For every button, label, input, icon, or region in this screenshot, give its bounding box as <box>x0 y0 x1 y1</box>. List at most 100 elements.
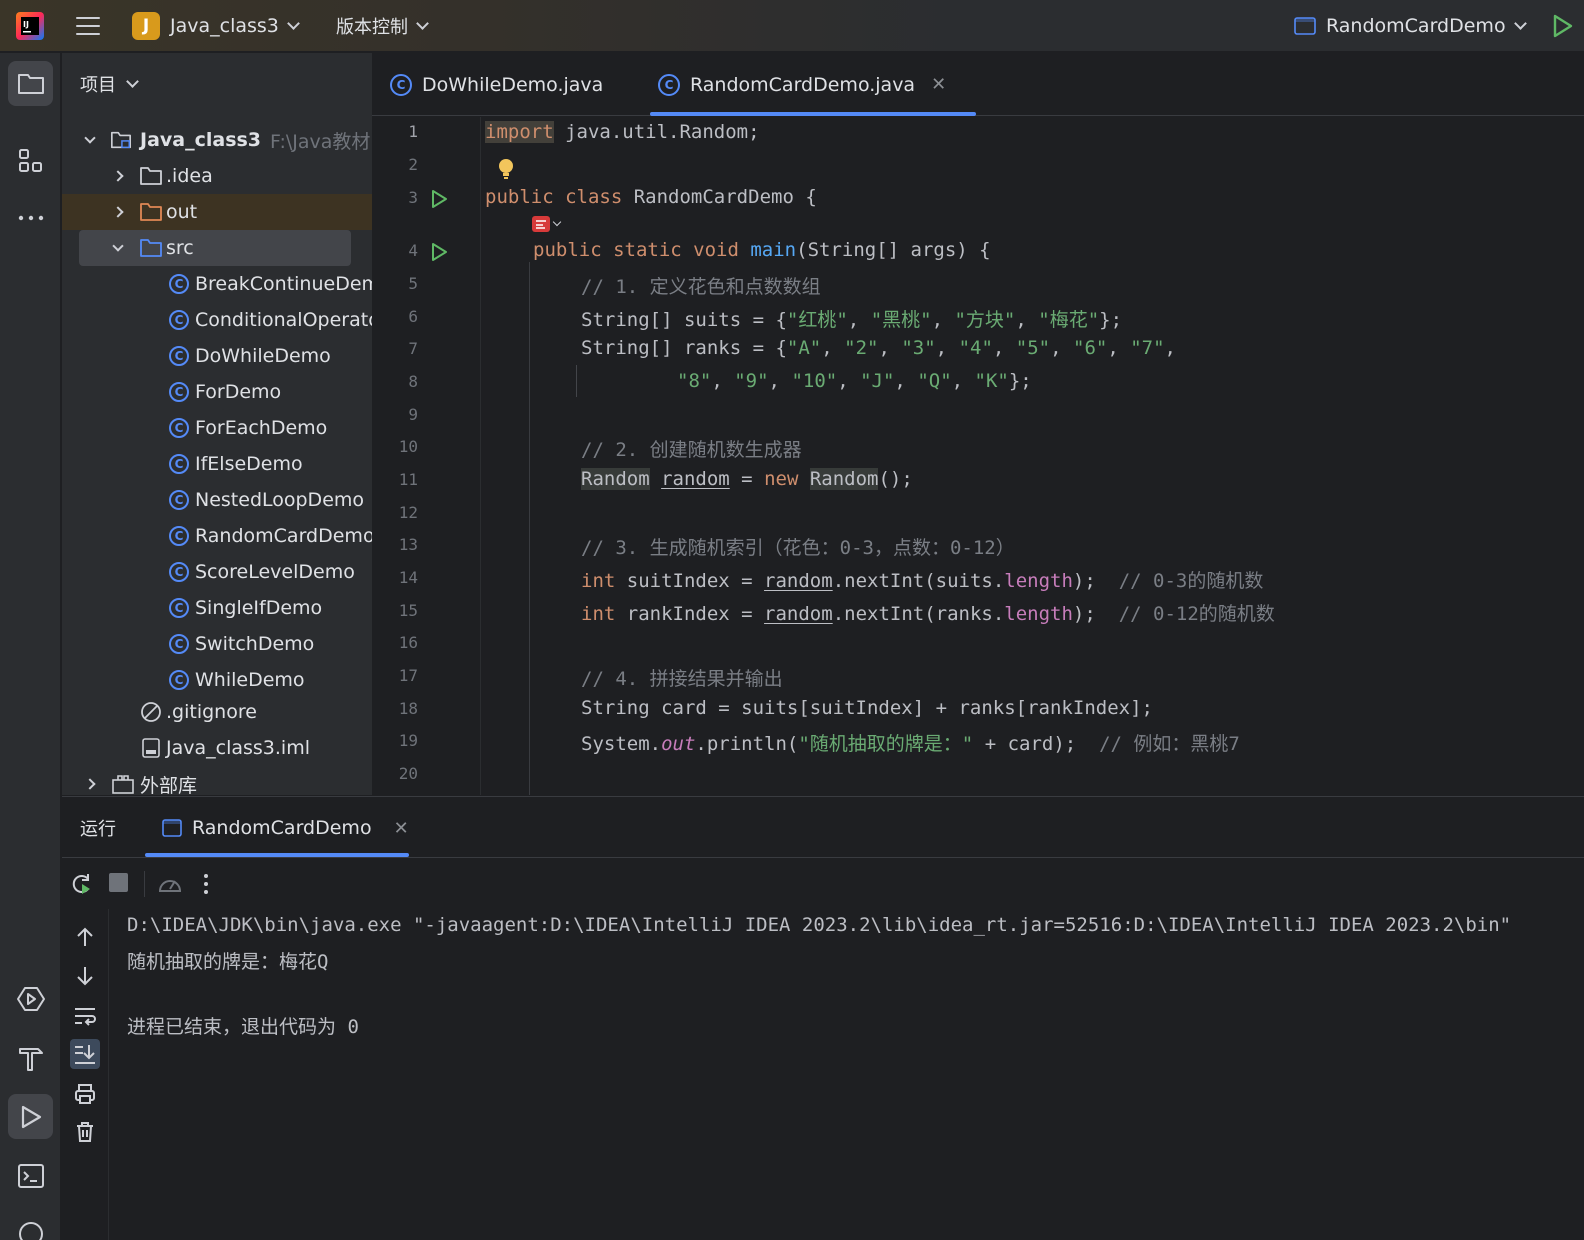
code-line-19: System.out.println("随机抽取的牌是：" + card); /… <box>581 733 1240 755</box>
line-number: 6 <box>408 307 418 326</box>
gauge-icon <box>158 880 182 892</box>
run-main-gutter-icon[interactable] <box>428 241 450 263</box>
run-button[interactable] <box>1550 12 1576 40</box>
scroll-up-button[interactable] <box>70 922 100 952</box>
code-editor[interactable]: 1 2 3 4 5 6 7 8 9 10 11 12 13 14 15 16 17 18 19 20 import j… <box>372 117 1584 795</box>
chevron-down-icon[interactable] <box>84 122 96 158</box>
run-tool-window-header: 运行 RandomCardDemo ✕ <box>62 796 1584 858</box>
console-line: 进程已结束，退出代码为 0 <box>127 1016 359 1038</box>
class-icon: C <box>658 73 680 96</box>
scroll-down-button[interactable] <box>70 961 100 991</box>
tree-item-idea[interactable]: .idea <box>62 158 372 194</box>
tree-item-class[interactable]: C ForEachDemo <box>62 410 372 446</box>
tree-item-external-libraries[interactable]: 外部库 <box>62 766 372 795</box>
services-tool-button[interactable] <box>8 976 53 1021</box>
intellij-logo-icon[interactable]: IJ <box>16 12 44 40</box>
build-tool-button[interactable] <box>8 1035 53 1080</box>
run-tab-label: RandomCardDemo <box>192 817 372 839</box>
line-number: 14 <box>398 568 418 587</box>
tab-dowhiledemo[interactable]: C DoWhileDemo.java <box>390 53 603 116</box>
services-icon <box>16 986 45 1011</box>
arrow-down-icon <box>77 967 93 986</box>
close-icon[interactable]: ✕ <box>931 74 946 95</box>
lightbulb-icon[interactable] <box>498 158 514 184</box>
tree-item-label: RandomCardDemo <box>195 525 372 547</box>
chevron-down-icon <box>126 75 139 88</box>
tree-item-class[interactable]: C SwitchDemo <box>62 626 372 662</box>
rerun-button[interactable] <box>68 871 94 901</box>
run-window-title: 运行 <box>80 819 116 840</box>
line-number: 11 <box>398 470 418 489</box>
tree-item-class[interactable]: C WhileDemo <box>62 662 372 698</box>
run-config-selector[interactable]: RandomCardDemo <box>1294 12 1527 40</box>
tree-item-class[interactable]: C DoWhileDemo <box>62 338 372 374</box>
problems-icon <box>18 1221 43 1240</box>
chevron-right-icon[interactable] <box>112 158 124 194</box>
tree-item-gitignore[interactable]: .gitignore <box>62 694 372 730</box>
run-tool-button[interactable] <box>8 1094 53 1139</box>
tree-item-class[interactable]: C ScoreLevelDemo <box>62 554 372 590</box>
close-icon[interactable]: ✕ <box>394 818 409 839</box>
soft-wrap-button[interactable] <box>70 1001 100 1031</box>
run-class-gutter-icon[interactable] <box>428 188 450 210</box>
class-icon: C <box>168 273 190 295</box>
tree-item-label: src <box>166 237 194 259</box>
code-line-6: String[] suits = {"红桃", "黑桃", "方块", "梅花"… <box>581 309 1123 331</box>
tree-item-label: ForDemo <box>195 381 282 403</box>
ai-inlay-icon <box>532 216 550 232</box>
code-line-11: Random random = new Random(); <box>581 468 913 490</box>
scroll-to-end-button[interactable] <box>70 1039 100 1069</box>
root-name: Java_class3 <box>140 129 262 151</box>
tree-item-out[interactable]: out <box>62 194 372 230</box>
print-button[interactable] <box>70 1079 100 1109</box>
project-selector[interactable]: J Java_class3 <box>132 12 300 40</box>
line-number: 9 <box>408 405 418 424</box>
stop-button[interactable] <box>109 873 128 892</box>
tree-item-root[interactable]: Java_class3 F:\Java教材 <box>62 122 372 158</box>
structure-tool-button[interactable] <box>8 138 53 183</box>
tool-window-strip <box>0 53 61 1240</box>
more-actions-button[interactable] <box>202 871 210 901</box>
toolbar-divider <box>144 871 145 897</box>
arrow-up-icon <box>77 927 93 946</box>
project-tool-button[interactable] <box>8 61 53 106</box>
run-side-toolbar <box>62 909 109 1240</box>
tree-item-class[interactable]: C IfElseDemo <box>62 446 372 482</box>
console-output[interactable]: D:\IDEA\JDK\bin\java.exe "-javaagent:D:\… <box>110 909 1584 1240</box>
chevron-down-icon <box>287 17 300 30</box>
tree-item-class[interactable]: C ForDemo <box>62 374 372 410</box>
tree-item-class[interactable]: C SingleIfDemo <box>62 590 372 626</box>
tree-item-iml[interactable]: Java_class3.iml <box>62 730 372 766</box>
main-menu-icon[interactable] <box>74 12 102 40</box>
run-tab-randomcarddemo[interactable]: RandomCardDemo ✕ <box>162 797 409 859</box>
indent-guide <box>529 262 530 795</box>
chevron-down-icon[interactable] <box>112 230 124 266</box>
vcs-menu[interactable]: 版本控制 <box>336 12 429 40</box>
class-icon: C <box>168 633 190 655</box>
ai-assistant-inlay[interactable] <box>532 216 562 232</box>
tree-item-class[interactable]: C NestedLoopDemo <box>62 482 372 518</box>
code-line-13: // 3. 生成随机索引（花色：0-3，点数：0-12） <box>581 537 1015 559</box>
tree-item-class[interactable]: C ConditionalOperato <box>62 302 372 338</box>
tree-item-src[interactable]: src <box>62 230 372 266</box>
line-number: 15 <box>398 601 418 620</box>
tree-item-class[interactable]: C BreakContinueDemo <box>62 266 372 302</box>
tab-randomcarddemo[interactable]: C RandomCardDemo.java ✕ <box>649 53 977 116</box>
terminal-tool-button[interactable] <box>8 1153 53 1198</box>
project-panel-header[interactable]: 项目 <box>80 71 139 97</box>
clear-console-button[interactable] <box>70 1117 100 1147</box>
profiler-button[interactable] <box>157 871 183 901</box>
chevron-right-icon[interactable] <box>84 766 96 795</box>
code-line-1: import java.util.Random; <box>485 121 760 143</box>
trash-icon <box>77 1122 93 1142</box>
more-tools-button[interactable] <box>8 195 53 240</box>
problems-tool-button[interactable] <box>8 1211 53 1240</box>
structure-icon <box>18 148 42 172</box>
run-config-name: RandomCardDemo <box>1326 15 1506 37</box>
tree-item-label: Java_class3.iml <box>166 737 310 759</box>
tree-item-label: SwitchDemo <box>195 633 315 655</box>
chevron-right-icon[interactable] <box>112 194 124 230</box>
tree-item-class[interactable]: C RandomCardDemo <box>62 518 372 554</box>
code-line-17: // 4. 拼接结果并输出 <box>581 668 783 690</box>
module-file-icon <box>140 737 162 759</box>
